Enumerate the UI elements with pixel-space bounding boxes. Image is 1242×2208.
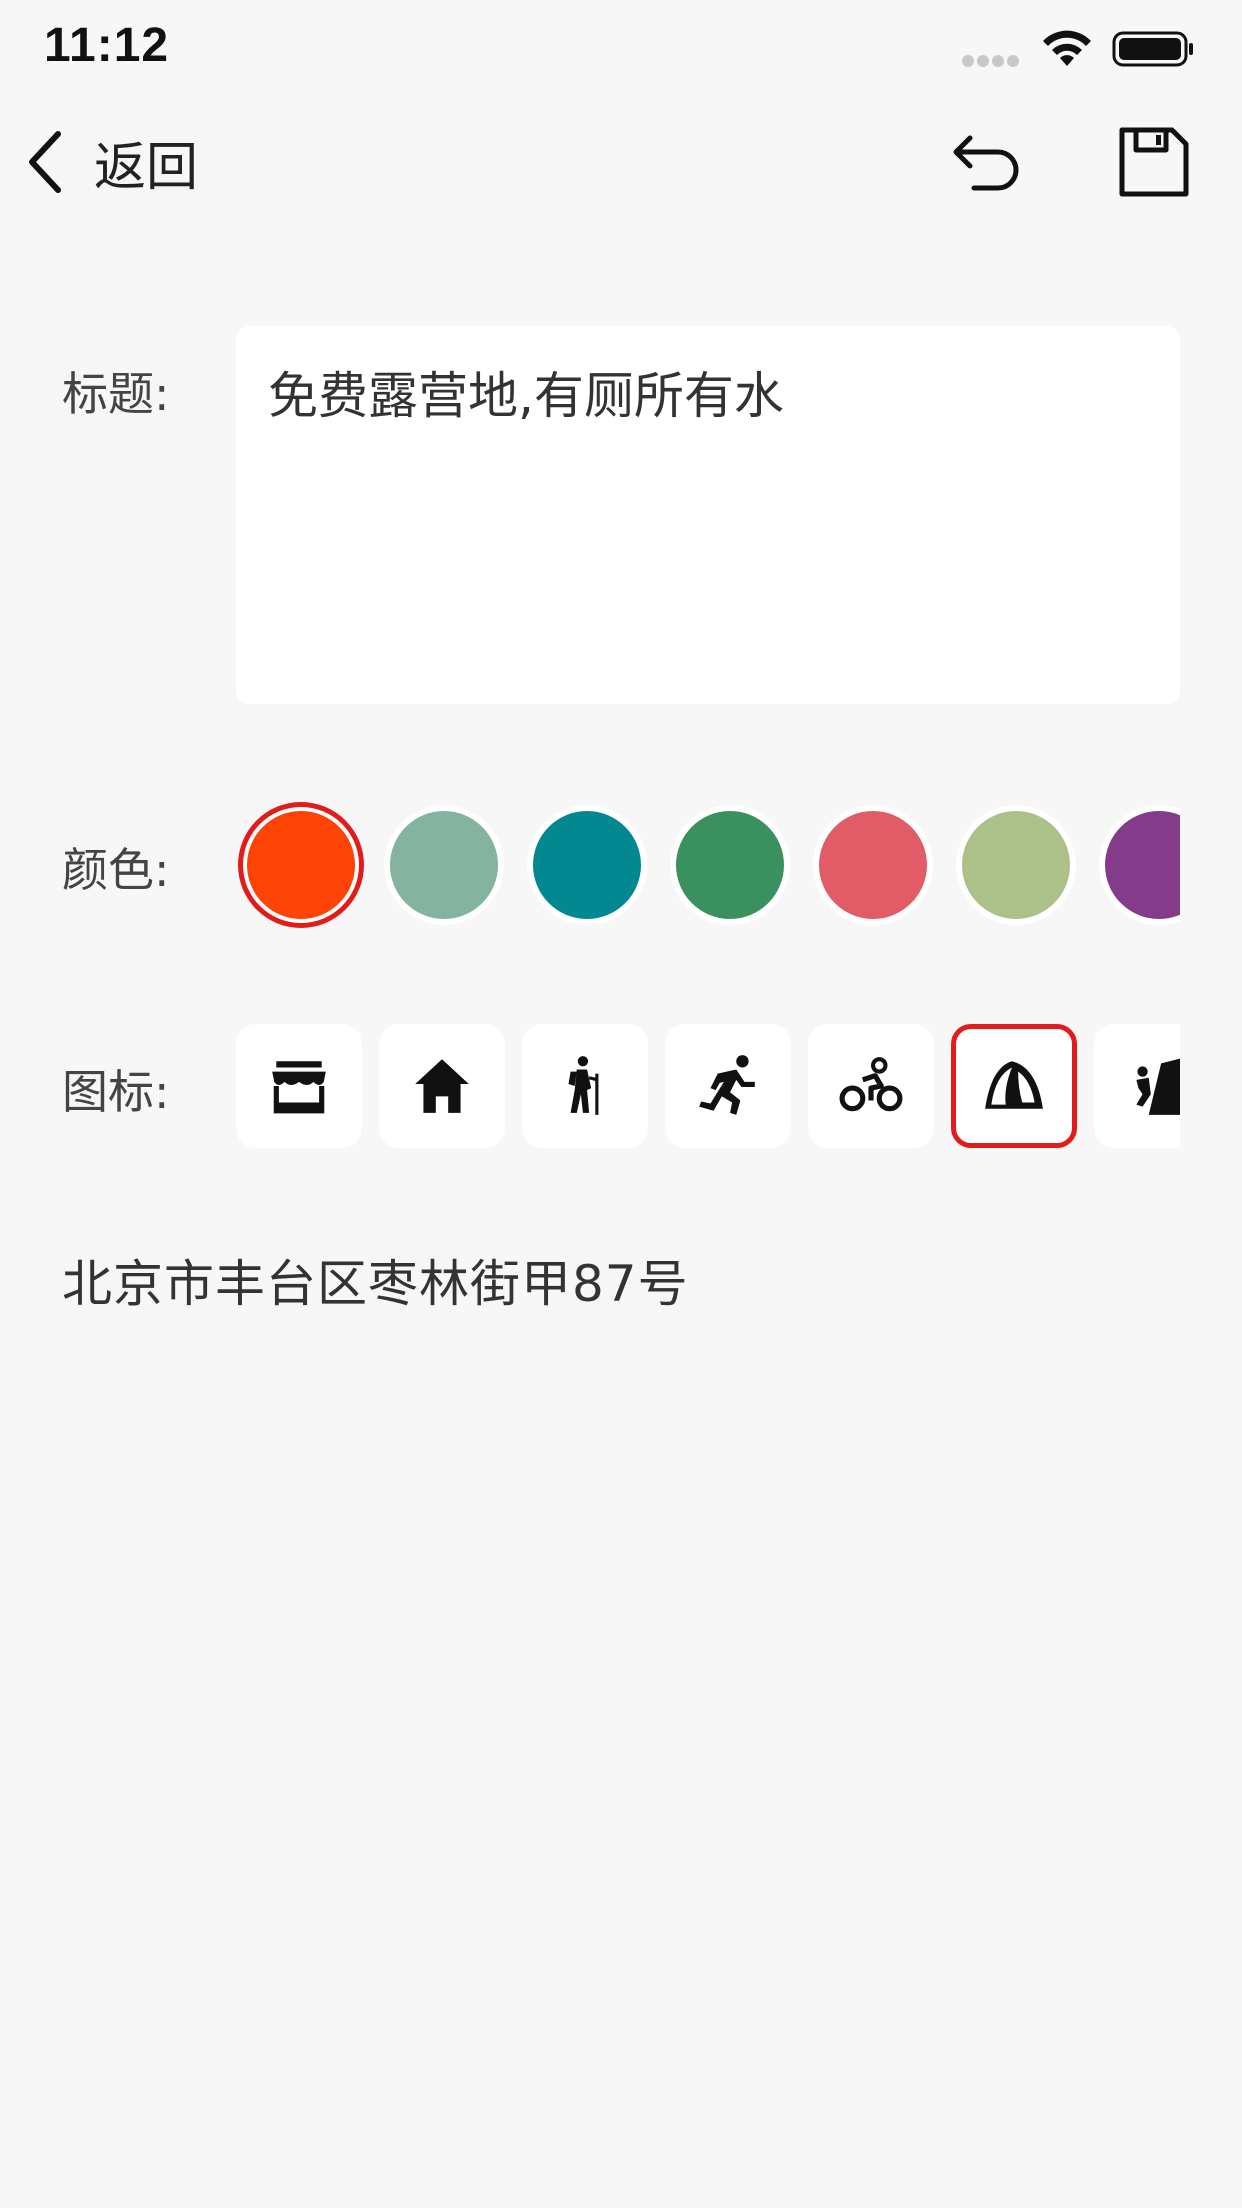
tent-icon: [985, 1061, 1043, 1109]
color-swatch-circle: [819, 811, 927, 919]
status-bar: 11:12: [0, 0, 1242, 96]
title-value: 免费露营地,有厕所有水: [268, 367, 784, 425]
running-icon: [699, 1055, 755, 1115]
cycling-icon: [839, 1057, 903, 1112]
color-swatch[interactable]: [951, 800, 1081, 930]
climbing-icon: [1136, 1058, 1180, 1115]
title-label: 标题:: [62, 367, 170, 421]
icon-option[interactable]: [379, 1024, 505, 1148]
color-picker: [236, 800, 1180, 930]
title-textarea[interactable]: 免费露营地,有厕所有水: [236, 326, 1180, 704]
status-time: 11:12: [44, 19, 170, 72]
icon-option[interactable]: [951, 1024, 1077, 1148]
color-swatch[interactable]: [808, 800, 938, 930]
icon-option[interactable]: [1094, 1024, 1180, 1148]
color-swatch[interactable]: [236, 800, 366, 930]
color-label: 颜色:: [62, 843, 170, 897]
color-swatch-circle: [676, 811, 784, 919]
house-icon: [415, 1059, 469, 1113]
signal-dots-icon: [962, 52, 1022, 67]
wifi-icon: [1043, 30, 1091, 66]
color-swatch-circle: [962, 811, 1070, 919]
icon-option[interactable]: [808, 1024, 934, 1148]
color-swatch[interactable]: [1094, 800, 1180, 930]
battery-icon: [1112, 31, 1193, 67]
icon-option[interactable]: [522, 1024, 648, 1148]
undo-button[interactable]: [940, 124, 1020, 204]
color-swatch-circle: [533, 811, 641, 919]
icon-label: 图标:: [62, 1065, 170, 1119]
color-swatch[interactable]: [665, 800, 795, 930]
color-swatch[interactable]: [522, 800, 652, 930]
store-icon: [272, 1061, 326, 1114]
color-swatch-circle: [390, 811, 498, 919]
color-swatch[interactable]: [379, 800, 509, 930]
hiking-icon: [568, 1056, 599, 1115]
save-button[interactable]: [1116, 124, 1192, 200]
icon-picker: [236, 1020, 1180, 1152]
icon-option[interactable]: [236, 1024, 362, 1148]
back-button[interactable]: 返回: [24, 126, 198, 198]
chevron-left-icon: [29, 131, 61, 193]
icon-option[interactable]: [665, 1024, 791, 1148]
color-swatch-circle: [1105, 811, 1180, 919]
back-label: 返回: [94, 137, 199, 198]
address-text: 北京市丰台区枣林街甲87号: [62, 1255, 689, 1313]
color-swatch-circle: [247, 811, 355, 919]
